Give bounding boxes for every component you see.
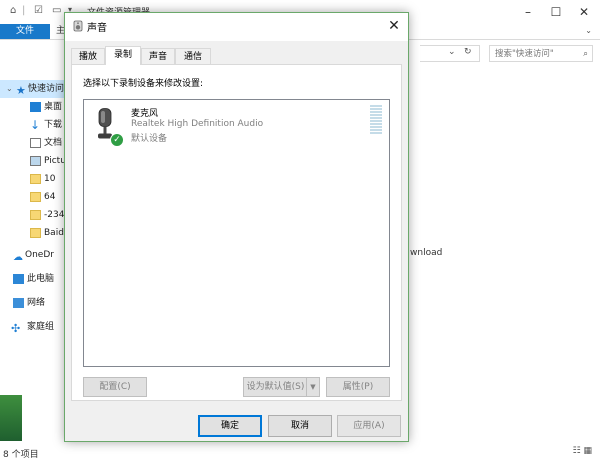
file-tab[interactable]: 文件 [0,24,50,39]
cloud-icon: ☁ [13,252,23,263]
network-icon [13,298,24,308]
device-item-microphone[interactable]: ✓ 麦克风 Realtek High Definition Audio 默认设备 [84,100,389,147]
nav-item-label: 64 [44,192,56,202]
apply-button[interactable]: 应用(A) [337,415,401,437]
ribbon-expand-icon[interactable]: ⌄ [585,26,592,35]
list-item-partial[interactable]: wnload [410,248,442,258]
computer-icon [13,274,24,284]
cancel-button[interactable]: 取消 [268,415,332,437]
tab-communications[interactable]: 通信 [175,48,211,64]
sound-dialog: 声音 ✕ 播放 录制 声音 通信 选择以下录制设备来修改设置: ✓ 麦克风 Re… [64,12,409,442]
address-dropdown-icon[interactable]: ⌄ [448,47,456,57]
nav-item-this-pc[interactable]: 此电脑 [0,270,66,288]
view-toggle-icons[interactable]: ☷ ▦ [573,446,592,456]
search-input[interactable]: 搜索"快速访问" ⌕ [489,45,593,62]
separator-icon: | [22,5,26,16]
navigation-pane: ⌄ 快速访问 ★ 桌面 ↓ 下载 文档 Pictu 10 64 -234 Bai… [0,80,66,380]
address-bar[interactable]: ⌄ ↻ [420,45,480,62]
tab-recording[interactable]: 录制 [105,46,141,65]
nav-item-quick-access[interactable]: ⌄ 快速访问 ★ [0,80,66,98]
item-count: 8 个项目 [3,450,39,460]
speaker-icon [73,20,83,32]
nav-item-network[interactable]: 网络 [0,294,66,312]
nav-item-folder-10[interactable]: 10 [0,170,66,188]
refresh-icon[interactable]: ↻ [464,47,472,57]
new-folder-icon[interactable]: ▭ [52,5,61,16]
explorer-close-button[interactable]: ✕ [570,2,598,22]
nav-item-label: 文档 [44,138,63,148]
device-name: 麦克风 [131,109,159,119]
download-arrow-icon: ↓ [30,118,41,132]
chevron-down-icon[interactable]: ⌄ [6,80,13,98]
device-list: ✓ 麦克风 Realtek High Definition Audio 默认设备 [83,99,390,367]
folder-icon [30,228,41,238]
pictures-icon [30,156,41,166]
nav-item-downloads[interactable]: ↓ 下载 [0,116,66,134]
desktop-wallpaper-strip [0,395,22,441]
nav-item-label: -234 [44,210,65,220]
configure-button[interactable]: 配置(C) [83,377,147,397]
nav-item-onedrive[interactable]: ☁ OneDr [0,246,66,264]
tab-playback[interactable]: 播放 [71,48,105,64]
check-icon: ✓ [110,133,124,147]
search-placeholder: 搜索"快速访问" [495,49,554,59]
nav-item-folder-baidu[interactable]: Baid [0,224,66,242]
tab-sounds[interactable]: 声音 [141,48,175,64]
nav-item-folder-64[interactable]: 64 [0,188,66,206]
minimize-button[interactable]: – [514,2,542,22]
properties-button[interactable]: 属性(P) [326,377,390,397]
nav-item-label: 家庭组 [27,322,55,332]
folder-icon [30,192,41,202]
nav-item-folder-234[interactable]: -234 [0,206,66,224]
nav-item-label: 快速访问 [28,84,65,94]
recording-panel: 选择以下录制设备来修改设置: ✓ 麦克风 Realtek High Defini… [71,64,402,401]
device-description: Realtek High Definition Audio [131,119,264,129]
nav-item-label: 下载 [44,120,63,130]
nav-item-documents[interactable]: 文档 [0,134,66,152]
nav-item-label: OneDr [25,250,54,260]
set-default-label: 设为默认值(S) [246,382,305,392]
nav-item-label: Baid [44,228,64,238]
document-icon [30,138,41,148]
dialog-title: 声音 [87,23,107,34]
nav-item-label: 10 [44,174,56,184]
status-bar: 8 个项目 ☷ ▦ [0,441,600,463]
desktop-icon [30,102,41,112]
instruction-text: 选择以下录制设备来修改设置: [83,79,204,89]
folder-icon [30,210,41,220]
homegroup-icon: ✣ [11,322,21,335]
nav-item-label: 此电脑 [27,274,55,284]
close-icon[interactable]: ✕ [380,13,408,41]
chevron-down-icon[interactable]: ▼ [306,378,319,396]
nav-item-pictures[interactable]: Pictu [0,152,66,170]
folder-icon [30,174,41,184]
nav-item-label: 网络 [27,298,46,308]
level-meter [370,105,382,135]
maximize-button[interactable]: ☐ [542,2,570,22]
star-icon: ★ [16,84,26,97]
dialog-titlebar: 声音 ✕ [65,13,408,41]
folder-home-icon: ⌂ [10,5,17,16]
device-status: 默认设备 [131,134,168,144]
nav-item-desktop[interactable]: 桌面 [0,98,66,116]
search-icon: ⌕ [583,49,588,59]
ok-button[interactable]: 确定 [198,415,262,437]
properties-check-icon[interactable]: ☑ [34,5,43,16]
nav-item-label: 桌面 [44,102,63,112]
nav-item-label: Pictu [44,156,66,166]
set-default-button[interactable]: 设为默认值(S) ▼ [243,377,320,397]
nav-item-homegroup[interactable]: ✣ 家庭组 [0,318,66,336]
